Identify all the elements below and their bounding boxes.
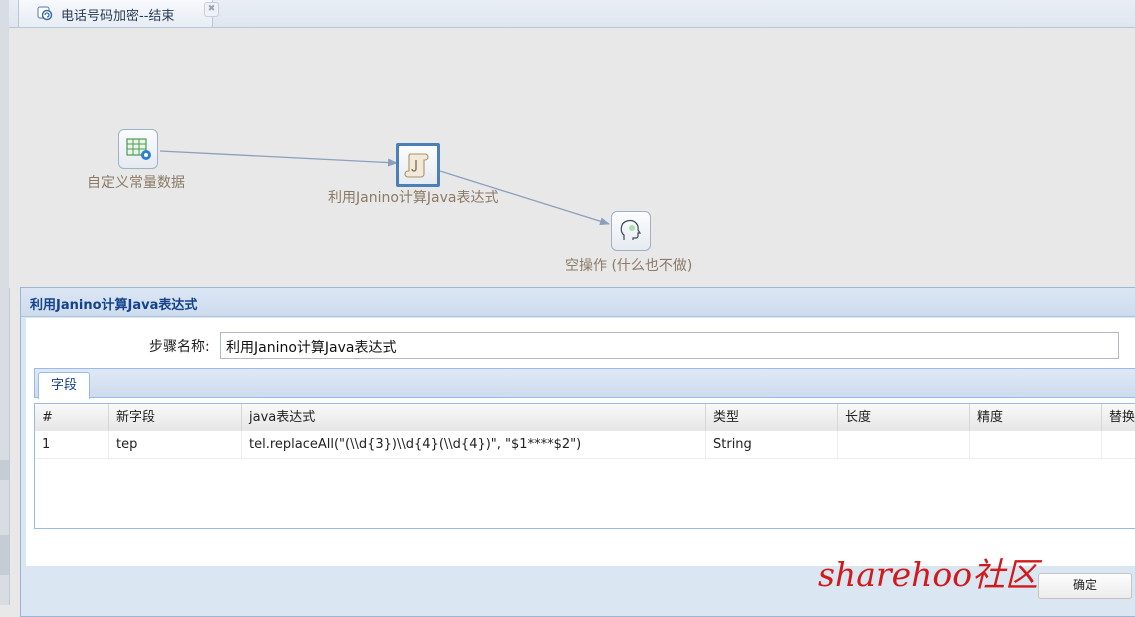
hop-arrow[interactable] bbox=[159, 150, 398, 167]
table-gear-icon bbox=[126, 138, 151, 160]
watermark: sharehoo社区 bbox=[818, 555, 1039, 594]
step-icon-box bbox=[396, 143, 440, 187]
tab-fields[interactable]: 字段 bbox=[38, 372, 90, 399]
step-name-field[interactable]: 利用Janino计算Java表达式 bbox=[220, 332, 1119, 359]
step-icon-box bbox=[611, 211, 651, 251]
precision-cell[interactable] bbox=[970, 431, 1102, 458]
column-header[interactable]: # bbox=[35, 404, 109, 431]
dialog-title: 利用Janino计算Java表达式 bbox=[30, 298, 198, 313]
table-row[interactable]: 1 tep tel.replaceAll("(\\d{3})\\d{4}(\\d… bbox=[35, 431, 1135, 459]
dialog-body: 步骤名称: 利用Janino计算Java表达式 字段 # 新字段 java表达式… bbox=[26, 318, 1135, 566]
ok-button[interactable]: 确定 bbox=[1038, 573, 1132, 599]
tab-title: 电话号码加密--结束 bbox=[61, 9, 175, 24]
column-header[interactable]: 长度 bbox=[838, 404, 970, 431]
step-label: 利用Janino计算Java表达式 bbox=[328, 190, 499, 206]
grid-header: # 新字段 java表达式 类型 长度 精度 替换 bbox=[35, 404, 1135, 432]
step-name-label: 步骤名称: bbox=[149, 339, 210, 355]
left-strip-segment bbox=[0, 460, 9, 480]
hop-layer bbox=[159, 150, 610, 226]
tab-transformation[interactable]: 电话号码加密--结束 ✖ bbox=[18, 0, 219, 27]
step-label: 自定义常量数据 bbox=[87, 175, 185, 191]
replace-cell[interactable] bbox=[1102, 431, 1135, 458]
dialog-header[interactable]: 利用Janino计算Java表达式 bbox=[21, 288, 1135, 317]
column-header[interactable]: 替换 bbox=[1102, 404, 1135, 431]
left-strip-segment bbox=[0, 535, 9, 575]
transformation-icon bbox=[37, 6, 53, 21]
column-header[interactable]: 新字段 bbox=[109, 404, 242, 431]
dialog-tabstrip: 字段 bbox=[34, 368, 1135, 399]
step-icon-box bbox=[118, 129, 158, 169]
column-header[interactable]: 类型 bbox=[706, 404, 838, 431]
java-expression-cell[interactable]: tel.replaceAll("(\\d{3})\\d{4}(\\d{4})",… bbox=[242, 431, 706, 458]
length-cell[interactable] bbox=[838, 431, 970, 458]
new-field-cell[interactable]: tep bbox=[109, 431, 242, 458]
close-icon[interactable]: ✖ bbox=[204, 2, 219, 17]
script-icon bbox=[404, 153, 429, 178]
step-label: 空操作 (什么也不做) bbox=[565, 258, 693, 274]
row-number[interactable]: 1 bbox=[35, 431, 109, 458]
type-cell[interactable]: String bbox=[706, 431, 838, 458]
column-header[interactable]: java表达式 bbox=[242, 404, 706, 431]
column-header[interactable]: 精度 bbox=[970, 404, 1102, 431]
head-icon bbox=[620, 219, 642, 240]
tab-bar: 电话号码加密--结束 ✖ bbox=[9, 0, 1135, 28]
transformation-canvas[interactable]: 自定义常量数据 利用Janino计算Java表达式 空操作 (什么也不做) bbox=[9, 28, 1135, 288]
fields-grid: # 新字段 java表达式 类型 长度 精度 替换 1 tep tel.repl… bbox=[34, 403, 1135, 529]
